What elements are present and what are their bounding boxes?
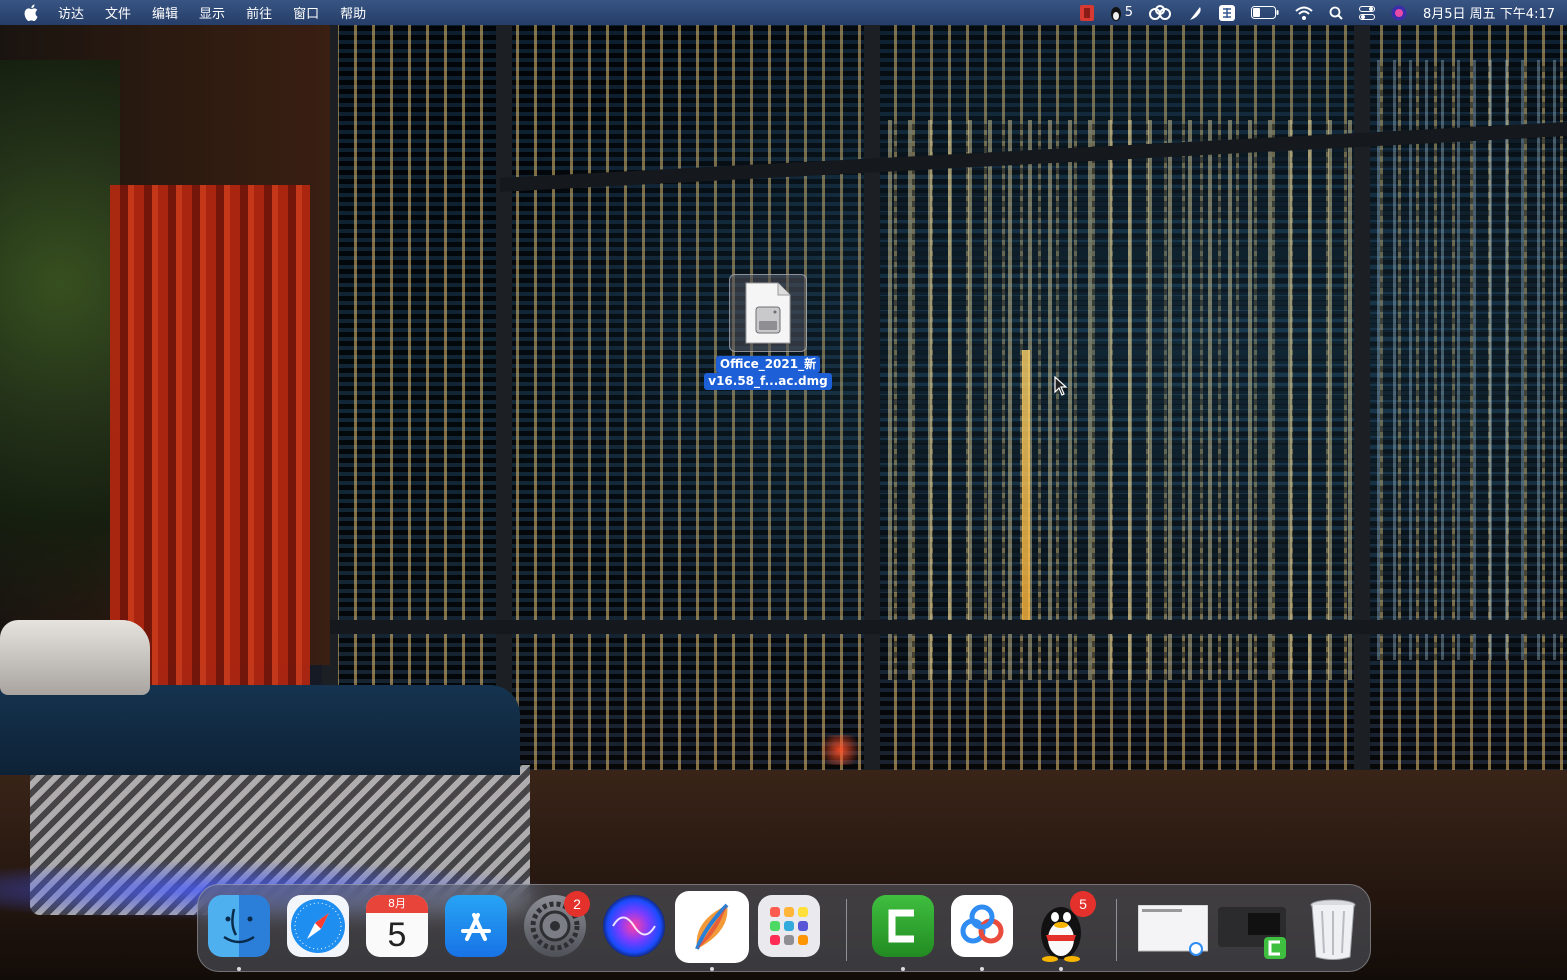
- siri-icon: [612, 916, 656, 936]
- status-area: 5 8月5日 周五 下午4:17: [1079, 0, 1567, 25]
- qq-status-count: 5: [1124, 5, 1133, 20]
- netdisk-icon: [960, 904, 1004, 944]
- dock-finder[interactable]: [208, 895, 270, 957]
- dock-trash[interactable]: [1302, 895, 1364, 960]
- terminal-thumbnail-icon: [1218, 907, 1286, 959]
- wallpaper-curtain: [110, 185, 310, 685]
- settings-badge: 2: [564, 891, 590, 917]
- dock-launchpad[interactable]: [758, 895, 820, 957]
- dock-running-indicator: [1059, 967, 1063, 971]
- input-method-icon[interactable]: [1219, 4, 1235, 21]
- disk-image-icon: [745, 282, 791, 344]
- menu-finder[interactable]: 访达: [58, 3, 84, 22]
- qq-penguin-icon: [1110, 6, 1121, 21]
- menu-view[interactable]: 显示: [199, 3, 225, 22]
- window-frame: [330, 620, 1567, 634]
- dock: 8月 5 2 5: [197, 884, 1371, 972]
- dock-running-indicator: [901, 967, 905, 971]
- appstore-icon: [461, 913, 491, 941]
- file-selection-highlight: [729, 274, 807, 352]
- dock-separator: [1116, 899, 1117, 961]
- menu-help[interactable]: 帮助: [340, 3, 366, 22]
- camtasia-icon: [888, 909, 914, 943]
- control-center-icon[interactable]: [1359, 5, 1375, 20]
- baidu-netdisk-icon[interactable]: [1149, 4, 1171, 21]
- menu-bar: 访达 文件 编辑 显示 前往 窗口 帮助 5 8月5日 周五 下午4:17: [0, 0, 1567, 25]
- desktop-wallpaper: [0, 0, 1567, 980]
- dock-minimized-netdisk-window[interactable]: [1137, 904, 1209, 956]
- dock-separator: [846, 899, 847, 961]
- menu-file[interactable]: 文件: [105, 3, 131, 22]
- record-icon[interactable]: [1079, 4, 1094, 21]
- dock-safari[interactable]: [287, 895, 349, 957]
- wallpaper-buildings-right: [1370, 60, 1567, 660]
- dock-running-indicator: [980, 967, 984, 971]
- wallpaper-bed: [0, 685, 520, 775]
- menu-edit[interactable]: 编辑: [152, 3, 178, 22]
- mouse-cursor-icon: [1054, 375, 1068, 400]
- document-thumbnail-icon: [1137, 904, 1209, 956]
- dock-running-indicator: [710, 967, 714, 971]
- wallpaper-tower-light: [1022, 350, 1030, 630]
- wallpaper-red-light: [815, 735, 865, 765]
- finder-icon: [223, 908, 255, 944]
- qq-badge: 5: [1070, 891, 1096, 917]
- qq-status-item[interactable]: 5: [1110, 5, 1133, 21]
- file-name-line2: v16.58_f...ac.dmg: [704, 373, 832, 390]
- safari-icon: [291, 899, 345, 953]
- wallpaper-pillow: [0, 620, 150, 695]
- desktop-file-office-dmg[interactable]: Office_2021_新 v16.58_f...ac.dmg: [700, 274, 835, 394]
- dock-siri[interactable]: [603, 895, 665, 957]
- spotlight-search-icon[interactable]: [1329, 6, 1343, 20]
- launchpad-icon: [770, 907, 808, 945]
- dock-app-store[interactable]: [445, 895, 507, 957]
- wifi-icon[interactable]: [1295, 6, 1313, 20]
- apple-menu-icon[interactable]: [22, 4, 40, 22]
- file-name-label: Office_2021_新 v16.58_f...ac.dmg: [704, 356, 832, 390]
- battery-icon: [1251, 6, 1279, 19]
- siri-menubar-icon[interactable]: [1391, 5, 1407, 21]
- menu-go[interactable]: 前往: [246, 3, 272, 22]
- menubar-clock[interactable]: 8月5日 周五 下午4:17: [1423, 3, 1555, 22]
- dock-running-indicator: [237, 967, 241, 971]
- dock-camtasia[interactable]: [872, 895, 934, 957]
- window-frame: [864, 25, 880, 805]
- calendar-day: 5: [387, 916, 407, 954]
- dock-lark[interactable]: [675, 891, 749, 963]
- calendar-month: 8月: [366, 895, 428, 913]
- file-name-line1: Office_2021_新: [715, 356, 821, 373]
- lark-icon: [695, 903, 729, 950]
- wallpaper-ivy: [0, 60, 120, 620]
- dock-calendar[interactable]: 8月 5: [366, 895, 428, 957]
- dock-minimized-camtasia-window[interactable]: [1218, 907, 1286, 959]
- dock-baidu-netdisk[interactable]: [951, 895, 1013, 957]
- menu-window[interactable]: 窗口: [293, 3, 319, 22]
- wallpaper-buildings: [880, 120, 1360, 680]
- trash-icon: [1310, 899, 1356, 960]
- feather-icon[interactable]: [1187, 5, 1203, 21]
